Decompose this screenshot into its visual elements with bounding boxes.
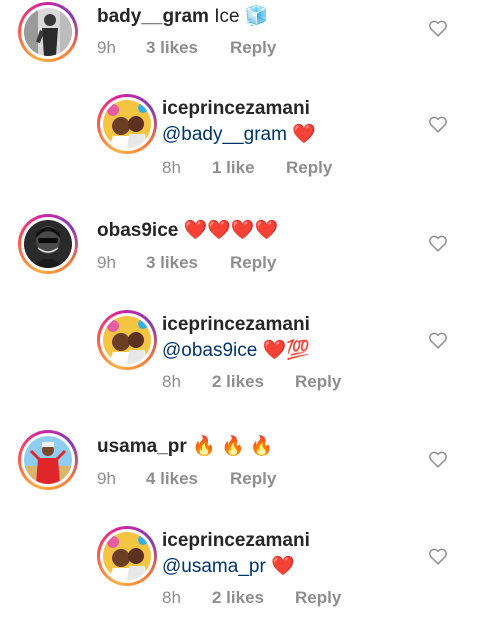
mention-link[interactable]: @bady__gram [162,124,287,145]
comment-meta: 8h 1 like Reply [162,157,332,179]
heart-outline-icon[interactable] [427,545,449,567]
avatar[interactable] [97,310,157,370]
comment-time: 9h [97,38,116,57]
comment-likes[interactable]: 2 likes [212,587,295,609]
mention-link[interactable]: @usama_pr [162,556,266,577]
avatar[interactable] [18,214,78,274]
comment-likes[interactable]: 3 likes [146,37,230,59]
comment-text-line: bady__gram Ice 🧊 [97,4,269,30]
reply-button[interactable]: Reply [295,371,341,393]
reply-button[interactable]: Reply [230,37,276,59]
comment-time: 8h [162,158,181,177]
comment-likes[interactable]: 4 likes [146,468,230,490]
comment-likes[interactable]: 1 like [212,157,286,179]
heart-emoji: ❤️ [271,556,295,577]
ice-emoji: 🧊 [244,6,269,27]
comment-username-line: iceprincezamani [162,312,310,338]
heart-emoji: ❤️ [262,340,287,361]
comment-username[interactable]: iceprincezamani [162,530,310,551]
heart-emoji: ❤️ [292,124,316,145]
comment-username[interactable]: obas9ice [97,220,178,241]
reply-button[interactable]: Reply [295,587,341,609]
comment-username[interactable]: iceprincezamani [162,314,310,335]
comment-time: 9h [97,469,116,488]
comment-username-line: iceprincezamani [162,528,310,554]
reply-button[interactable]: Reply [230,252,276,274]
comment-text-line: @bady__gram ❤️ [162,122,316,148]
hundred-emoji: 💯 [286,340,310,361]
comment-likes[interactable]: 3 likes [146,252,230,274]
comment-time: 8h [162,588,181,607]
heart-outline-icon[interactable] [427,113,449,135]
comment-message: Ice [214,6,245,27]
comment-obas9ice: obas9ice ❤️❤️❤️❤️ 9h 3 likes Reply [0,212,480,320]
comment-meta: 9h 4 likes Reply [97,468,276,490]
comment-text-line: @obas9ice ❤️💯 [162,338,310,364]
comment-text-line: obas9ice ❤️❤️❤️❤️ [97,218,278,244]
heart-outline-icon[interactable] [427,329,449,351]
heart-outline-icon[interactable] [427,448,449,470]
comment-username[interactable]: iceprincezamani [162,98,310,119]
comment-meta: 9h 3 likes Reply [97,252,276,274]
comment-text-line: usama_pr 🔥 🔥 🔥 [97,434,274,460]
mention-link[interactable]: @obas9ice [162,340,257,361]
comment-meta: 9h 3 likes Reply [97,37,276,59]
reply-comment-2: iceprincezamani @obas9ice ❤️💯 8h 2 likes R… [0,306,480,414]
avatar[interactable] [18,430,78,490]
heart-outline-icon[interactable] [427,232,449,254]
reply-button[interactable]: Reply [230,468,276,490]
comment-usama-pr: usama_pr 🔥 🔥 🔥 9h 4 likes Reply [0,428,480,536]
reply-button[interactable]: Reply [286,157,332,179]
comment-likes[interactable]: 2 likes [212,371,295,393]
avatar[interactable] [18,2,78,62]
comment-meta: 8h 2 likes Reply [162,587,341,609]
comment-meta: 8h 2 likes Reply [162,371,341,393]
heart-outline-icon[interactable] [427,17,449,39]
avatar[interactable] [97,526,157,586]
comment-time: 8h [162,372,181,391]
heart-emoji: ❤️❤️❤️❤️ [183,220,279,241]
comment-text-line: @usama_pr ❤️ [162,554,295,580]
comment-time: 9h [97,253,116,272]
reply-comment-3: iceprincezamani @usama_pr ❤️ 8h 2 likes Re… [0,522,480,630]
comment-username[interactable]: usama_pr [97,436,187,457]
avatar[interactable] [97,94,157,154]
reply-comment-1: iceprincezamani @bady__gram ❤️ 8h 1 like R… [0,90,480,198]
comment-username[interactable]: bady__gram [97,6,209,27]
fire-emoji: 🔥 🔥 🔥 [192,436,274,457]
comment-username-line: iceprincezamani [162,96,310,122]
